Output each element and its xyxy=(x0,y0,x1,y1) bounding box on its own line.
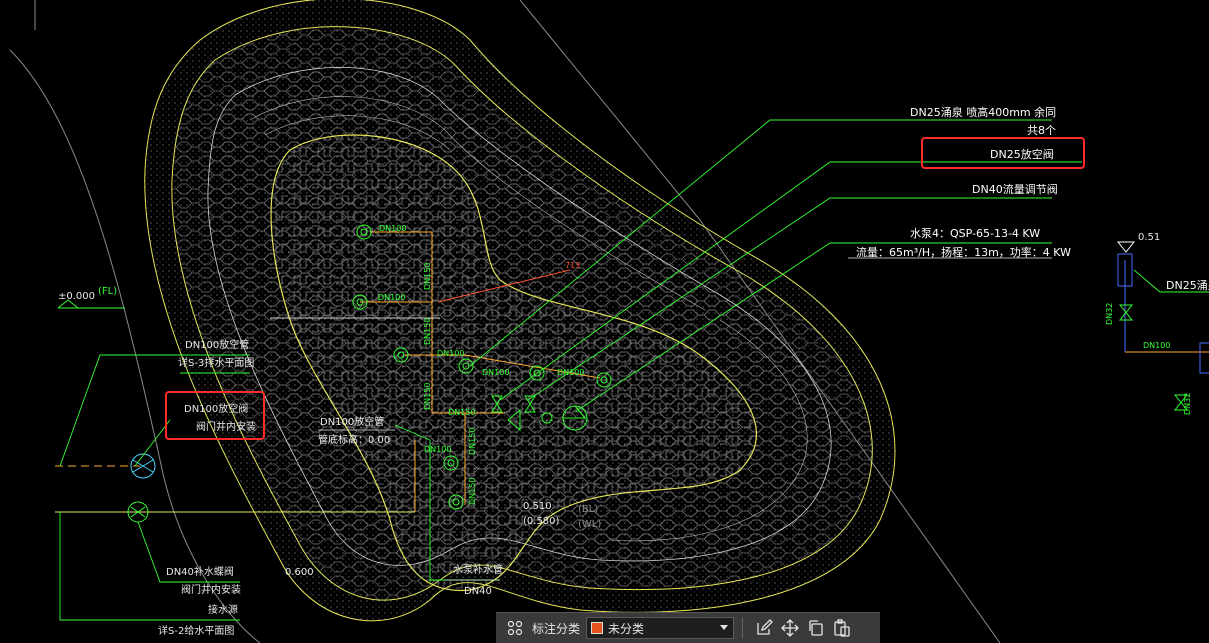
callout-supply-ref: 详S-2给水平面图 xyxy=(158,624,234,637)
copy-icon[interactable] xyxy=(803,615,829,641)
grid-icon[interactable] xyxy=(502,615,528,641)
callout-count: 共8个 xyxy=(1027,124,1056,137)
pipe-label-vertical: DN150 xyxy=(423,383,432,410)
callout-release-valve-dn25: DN25放空阀 xyxy=(990,147,1054,161)
callout-flow-valve: DN40流量调节阀 xyxy=(972,182,1058,196)
elevation-wl-tag: (WL) xyxy=(578,519,601,530)
callout-valve-well: 阀门井内安装 xyxy=(196,420,256,433)
pipe-label: DN100 xyxy=(437,349,464,358)
callout-drain-ref: 详S-3排水平面图 xyxy=(178,356,254,369)
callout-supply-valve: DN40补水蝶阀 xyxy=(166,565,234,578)
annotation-toolbar: 标注分类 未分类 xyxy=(496,612,880,643)
elevation-fl: ±0.000 xyxy=(58,291,95,302)
pipe-label-vertical: DN150 xyxy=(468,478,477,505)
elevation-fl-tag: (FL) xyxy=(98,286,117,297)
toolbar-separator xyxy=(742,618,744,638)
cad-drawing-canvas[interactable]: 713 DN25涌泉 喷高400mm 余同 共8个 DN25放空阀 DN40流量… xyxy=(0,0,1209,643)
pipe-label: DN100 xyxy=(482,368,509,377)
callout-right-pump: DN25涌泉 xyxy=(1166,278,1209,292)
callout-pipe-bottom: 管底标高：0.00 xyxy=(318,433,390,446)
callout-fountain-pump: DN25涌泉 喷高400mm 余同 xyxy=(910,105,1056,119)
callout-valve-well-2: 阀门井内安装 xyxy=(181,583,241,596)
callout-release-valve-dn100: DN100放空阀 xyxy=(184,402,248,415)
callout-drain-pipe-2: DN100放空管 xyxy=(320,415,384,428)
pipe-label: DN100 xyxy=(379,224,406,233)
pipe-label: DN150 xyxy=(448,408,475,417)
pipe-label-vertical: DN150 xyxy=(423,263,432,290)
pipe-label-vertical: DN150 xyxy=(423,318,432,345)
pond-outline xyxy=(144,0,896,622)
elevation-0580: (0.580) xyxy=(523,516,560,527)
elevation-0510: 0.510 xyxy=(523,501,552,512)
elevation-051: 0.51 xyxy=(1138,232,1160,243)
callout-pump-inlet: 水泵补水管 xyxy=(453,563,503,576)
elevation-bl-tag: (BL) xyxy=(578,504,598,515)
red-tag: 713 xyxy=(565,261,580,270)
callout-water-source: 接水源 xyxy=(208,603,238,616)
pipe-label: DN100 xyxy=(557,368,584,377)
toolbar-label: 标注分类 xyxy=(532,621,581,636)
callout-pump-inlet-size: DN40 xyxy=(464,586,492,597)
callout-pump-params: 流量：65m³/H，扬程：13m，功率：4 KW xyxy=(856,245,1071,259)
pipe-label-vertical: DN32 xyxy=(1183,393,1192,415)
category-swatch xyxy=(591,622,604,634)
category-select[interactable]: 未分类 xyxy=(586,617,735,639)
pipe-label: DN100 xyxy=(1143,341,1170,350)
elevation-0600: 0.600 xyxy=(285,567,314,578)
chevron-down-icon xyxy=(719,621,729,635)
callout-pump-model: 水泵4：QSP-65-13-4 KW xyxy=(910,227,1040,240)
paste-icon[interactable] xyxy=(829,615,855,641)
pipe-label: DN100 xyxy=(378,293,405,302)
pipe-label: DN100 xyxy=(424,445,451,454)
edit-icon[interactable] xyxy=(751,615,777,641)
pipe-label-vertical: DN32 xyxy=(1105,303,1114,325)
pipe-label-vertical: DN150 xyxy=(468,428,477,455)
callout-drain-pipe: DN100放空管 xyxy=(185,338,249,351)
category-select-value: 未分类 xyxy=(608,621,645,636)
move-icon[interactable] xyxy=(777,615,803,641)
right-pipe-box xyxy=(1199,342,1209,374)
